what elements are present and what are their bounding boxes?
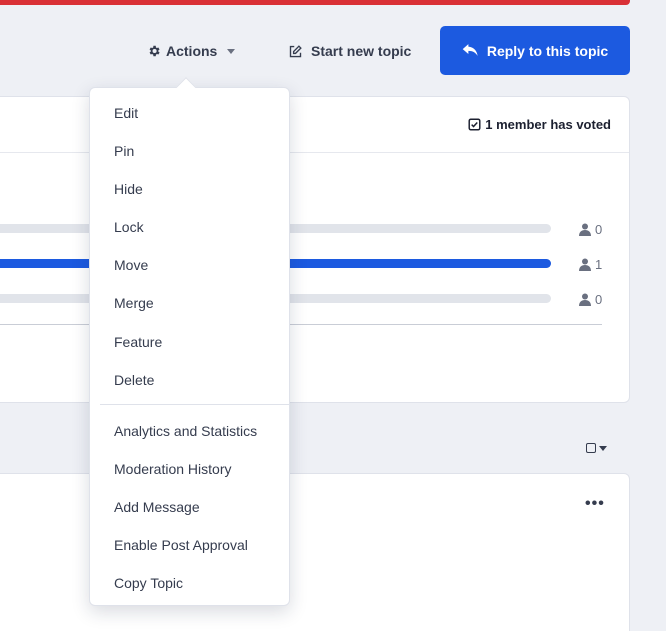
user-icon <box>579 293 591 306</box>
menu-item-add-message[interactable]: Add Message <box>114 498 200 516</box>
actions-dropdown-menu: Edit Pin Hide Lock Move Merge Feature De… <box>89 87 290 606</box>
vote-count-value: 0 <box>595 222 603 237</box>
vote-count-value: 0 <box>595 292 603 307</box>
edit-icon <box>288 44 303 59</box>
topic-page: Actions Start new topic Reply to this to… <box>0 0 666 631</box>
poll-voters-summary: 1 member has voted <box>468 117 611 132</box>
menu-item-merge[interactable]: Merge <box>114 294 154 312</box>
checkbox-icon <box>586 443 596 453</box>
menu-item-feature[interactable]: Feature <box>114 333 162 351</box>
menu-item-edit[interactable]: Edit <box>114 104 138 122</box>
menu-item-moderation-history[interactable]: Moderation History <box>114 460 232 478</box>
menu-item-hide[interactable]: Hide <box>114 180 143 198</box>
menu-item-analytics[interactable]: Analytics and Statistics <box>114 422 257 440</box>
menu-item-lock[interactable]: Lock <box>114 218 144 236</box>
voted-text: 1 member has voted <box>485 117 611 132</box>
start-new-topic-label: Start new topic <box>311 43 412 59</box>
select-posts-toggle[interactable] <box>586 443 607 453</box>
poll-choice-2-votes: 1 <box>579 257 602 272</box>
user-icon <box>579 258 591 271</box>
chevron-down-icon <box>227 48 236 54</box>
reply-to-topic-button[interactable]: Reply to this topic <box>440 26 630 75</box>
chevron-down-icon <box>599 445 607 451</box>
user-icon <box>579 223 591 236</box>
menu-item-move[interactable]: Move <box>114 256 148 274</box>
reply-label: Reply to this topic <box>486 42 609 59</box>
gear-icon <box>147 44 161 58</box>
poll-choice-3-votes: 0 <box>579 292 602 307</box>
start-new-topic-button[interactable]: Start new topic <box>288 40 411 62</box>
menu-item-delete[interactable]: Delete <box>114 371 154 389</box>
menu-item-enable-post-approval[interactable]: Enable Post Approval <box>114 536 248 554</box>
menu-item-copy-topic[interactable]: Copy Topic <box>114 574 183 592</box>
reply-icon <box>462 43 479 58</box>
poll-choice-1-votes: 0 <box>579 222 602 237</box>
menu-item-pin[interactable]: Pin <box>114 142 134 160</box>
checked-box-icon <box>468 118 481 131</box>
actions-label: Actions <box>166 43 218 59</box>
actions-button[interactable]: Actions <box>147 40 236 62</box>
vote-count-value: 1 <box>595 257 603 272</box>
top-alert-strip <box>0 0 630 5</box>
menu-divider <box>100 404 289 405</box>
ellipsis-icon[interactable]: ••• <box>585 496 605 512</box>
